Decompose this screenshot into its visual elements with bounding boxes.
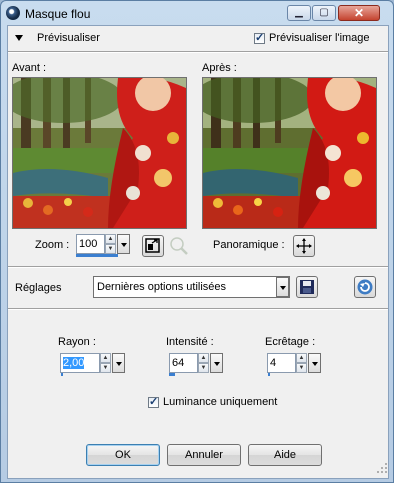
settings-dropdown-value: Dernières options utilisées	[97, 281, 227, 293]
dialog-window: Masque flou ▁ ▢ ✕ Prévisualiser Prévisua…	[0, 0, 394, 483]
spin-down-icon[interactable]: ▼	[296, 363, 307, 373]
collapse-arrow-icon[interactable]	[15, 35, 23, 41]
strength-input[interactable]: 64	[169, 353, 198, 373]
settings-dropdown-arrow-icon[interactable]	[276, 277, 289, 297]
strength-dropdown-button[interactable]	[210, 353, 223, 373]
spin-down-icon[interactable]: ▼	[198, 363, 209, 373]
radius-spinner[interactable]: ▲ ▼	[100, 353, 111, 373]
minimize-button[interactable]: ▁	[287, 5, 311, 21]
divider	[8, 308, 388, 310]
radius-dropdown-button[interactable]	[112, 353, 125, 373]
title-bar[interactable]: Masque flou ▁ ▢ ✕	[1, 1, 393, 25]
undo-arrow-icon	[357, 279, 373, 295]
help-button[interactable]: Aide	[248, 444, 322, 466]
luminance-checkbox-label[interactable]: Luminance uniquement	[163, 396, 277, 408]
radius-input[interactable]: 2,00	[60, 353, 100, 373]
close-button[interactable]: ✕	[338, 5, 380, 21]
zoom-spinner[interactable]: ▲ ▼	[105, 234, 116, 254]
reset-button[interactable]	[354, 276, 376, 298]
cancel-button[interactable]: Annuler	[167, 444, 241, 466]
spin-down-icon[interactable]: ▼	[105, 244, 116, 254]
floppy-disk-icon	[300, 280, 314, 294]
preview-image-checkbox[interactable]	[254, 31, 265, 44]
before-preview-image[interactable]	[12, 77, 187, 229]
settings-dropdown[interactable]: Dernières options utilisées	[93, 276, 290, 298]
luminance-checkbox[interactable]	[148, 395, 159, 408]
zoom-dropdown-button[interactable]	[117, 234, 130, 254]
strength-label: Intensité :	[166, 336, 214, 348]
ok-button[interactable]: OK	[86, 444, 160, 466]
save-preset-button[interactable]	[296, 276, 318, 298]
after-label: Après :	[202, 62, 237, 74]
zoom-label: Zoom :	[35, 239, 70, 251]
fit-window-icon	[145, 238, 160, 253]
after-preview-image[interactable]	[202, 77, 377, 229]
maximize-button[interactable]: ▢	[312, 5, 336, 21]
divider	[8, 51, 388, 53]
clipping-slider-bar[interactable]	[268, 373, 270, 376]
preview-image-checkbox-label[interactable]: Prévisualiser l'image	[269, 32, 370, 44]
spin-down-icon[interactable]: ▼	[100, 363, 111, 373]
clipping-input[interactable]: 4	[267, 353, 296, 373]
settings-label: Réglages	[15, 282, 62, 294]
spin-up-icon[interactable]: ▲	[296, 353, 307, 363]
radius-slider-bar[interactable]	[61, 373, 63, 376]
zoom-input[interactable]: 100	[76, 234, 105, 254]
strength-slider-bar[interactable]	[169, 373, 175, 376]
pan-label: Panoramique :	[213, 239, 285, 251]
after-preview-scene	[203, 78, 376, 228]
dialog-body: Prévisualiser Prévisualiser l'image Avan…	[7, 25, 389, 479]
pan-button[interactable]	[293, 235, 315, 257]
radius-value: 2,00	[63, 357, 85, 369]
divider	[8, 266, 388, 268]
zoom-slider-bar[interactable]	[76, 254, 118, 257]
before-preview-scene	[13, 78, 186, 228]
clipping-label: Ecrêtage :	[265, 336, 316, 348]
spin-up-icon[interactable]: ▲	[100, 353, 111, 363]
spin-up-icon[interactable]: ▲	[105, 234, 116, 244]
strength-spinner[interactable]: ▲ ▼	[198, 353, 209, 373]
clipping-spinner[interactable]: ▲ ▼	[296, 353, 307, 373]
spin-up-icon[interactable]: ▲	[198, 353, 209, 363]
clipping-dropdown-button[interactable]	[308, 353, 321, 373]
radius-label: Rayon :	[58, 336, 96, 348]
before-label: Avant :	[12, 62, 47, 74]
magnifier-icon	[170, 237, 188, 255]
move-crosshair-icon	[296, 238, 312, 254]
resize-grip-icon[interactable]	[376, 462, 388, 474]
fit-zoom-button[interactable]	[142, 235, 164, 257]
window-title: Masque flou	[25, 7, 91, 21]
zoom-actual-button[interactable]	[168, 235, 190, 257]
preview-section-label[interactable]: Prévisualiser	[37, 32, 100, 44]
app-icon	[6, 6, 20, 20]
